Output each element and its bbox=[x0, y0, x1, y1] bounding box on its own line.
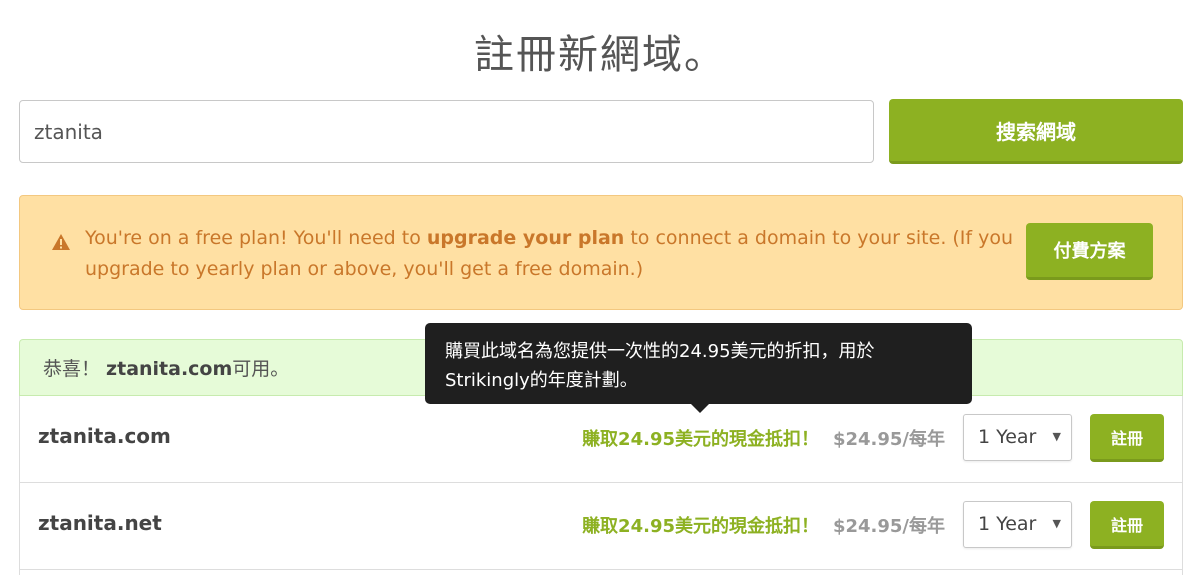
domain-price: $24.95/每年 bbox=[833, 425, 945, 451]
term-select[interactable]: 1 Year ▼ bbox=[963, 501, 1072, 548]
register-button[interactable]: 註冊 bbox=[1090, 501, 1164, 549]
result-domain-name: ztanita.net bbox=[38, 511, 162, 535]
paid-plan-button[interactable]: 付費方案 bbox=[1026, 223, 1153, 280]
domain-search-input[interactable] bbox=[19, 100, 874, 163]
search-domain-button[interactable]: 搜索網域 bbox=[889, 99, 1183, 164]
price-period: /每年 bbox=[902, 429, 945, 450]
cashback-offer[interactable]: 賺取24.95美元的現金抵扣！ bbox=[582, 425, 819, 451]
availability-message: 恭喜！ ztanita.com可用。 bbox=[43, 354, 289, 381]
term-value: 1 Year bbox=[978, 513, 1037, 535]
cashback-tooltip: 購買此域名為您提供一次性的24.95美元的折扣，用於Strikingly的年度計… bbox=[425, 323, 972, 404]
availability-suffix: 可用。 bbox=[232, 358, 290, 380]
domain-result-row: ztanita.net 賺取24.95美元的現金抵扣！ $24.95/每年 1 … bbox=[19, 483, 1183, 570]
price-amount: $24.95 bbox=[832, 516, 903, 537]
cashback-offer[interactable]: 賺取24.95美元的現金抵扣！ bbox=[582, 512, 819, 538]
warning-message: You're on a free plan! You'll need to up… bbox=[85, 223, 1015, 285]
register-button[interactable]: 註冊 bbox=[1090, 414, 1164, 462]
warning-text-before: You're on a free plan! You'll need to bbox=[85, 227, 427, 249]
term-select[interactable]: 1 Year ▼ bbox=[963, 414, 1072, 461]
warning-triangle-icon bbox=[52, 234, 70, 250]
free-plan-warning: You're on a free plan! You'll need to up… bbox=[19, 195, 1183, 310]
result-domain-name: ztanita.com bbox=[38, 424, 171, 448]
price-amount: $24.95 bbox=[832, 429, 903, 450]
available-domain: ztanita.com bbox=[106, 358, 233, 380]
upgrade-plan-link[interactable]: upgrade your plan bbox=[427, 227, 624, 249]
domain-price: $24.95/每年 bbox=[833, 512, 945, 538]
availability-prefix: 恭喜！ bbox=[43, 358, 107, 380]
term-value: 1 Year bbox=[978, 426, 1037, 448]
caret-down-icon: ▼ bbox=[1052, 430, 1061, 443]
price-period: /每年 bbox=[902, 516, 945, 537]
domain-result-row-partial bbox=[19, 570, 1183, 575]
caret-down-icon: ▼ bbox=[1052, 517, 1061, 530]
domain-result-row: ztanita.com 賺取24.95美元的現金抵扣！ $24.95/每年 1 … bbox=[19, 396, 1183, 483]
tooltip-arrow bbox=[690, 403, 710, 413]
page-title: 註冊新網域。 bbox=[474, 32, 726, 78]
